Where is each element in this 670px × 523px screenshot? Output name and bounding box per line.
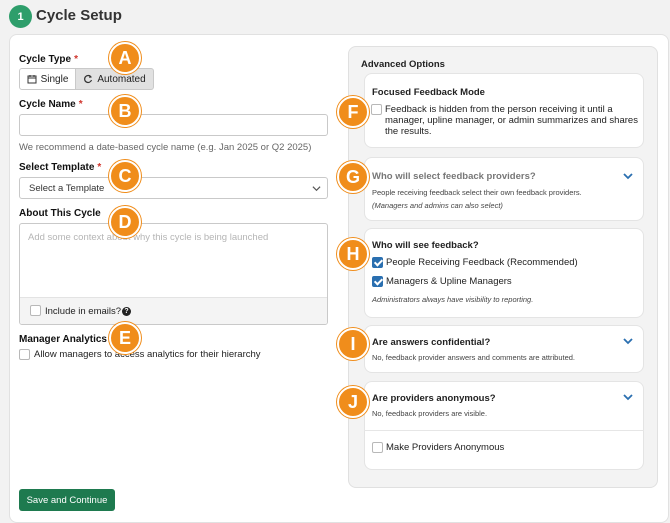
automated-button[interactable]: Automated bbox=[76, 68, 154, 90]
confidential-title: Are answers confidential? bbox=[372, 337, 491, 348]
focused-feedback-text-1: Feedback is hidden from the person recei… bbox=[385, 104, 613, 115]
marker-f: F bbox=[337, 96, 369, 128]
template-select-value: Select a Template bbox=[29, 182, 105, 194]
marker-h: H bbox=[337, 238, 369, 270]
marker-g: G bbox=[337, 161, 369, 193]
focused-feedback-text-2: manager, upline manager, or admin summar… bbox=[385, 115, 638, 126]
about-label: About This Cycle bbox=[19, 208, 101, 219]
marker-b: B bbox=[109, 95, 141, 127]
single-button[interactable]: Single bbox=[19, 68, 76, 90]
anonymous-option-label: Make Providers Anonymous bbox=[386, 442, 505, 453]
single-label: Single bbox=[40, 73, 69, 85]
marker-i: I bbox=[337, 328, 369, 360]
template-select[interactable]: Select a Template bbox=[19, 177, 328, 199]
page-title: Cycle Setup bbox=[36, 7, 122, 24]
page-header: 1 Cycle Setup bbox=[0, 0, 670, 32]
calendar-icon bbox=[27, 75, 37, 84]
anonymous-checkbox[interactable] bbox=[372, 442, 383, 453]
providers-title: Who will select feedback providers? bbox=[372, 171, 536, 182]
anonymous-divider bbox=[364, 430, 644, 431]
focused-feedback-checkbox[interactable] bbox=[371, 104, 382, 115]
about-placeholder: Add some context about why this cycle is… bbox=[28, 232, 269, 243]
focused-feedback-title: Focused Feedback Mode bbox=[372, 87, 485, 98]
template-label: Select Template * bbox=[19, 162, 102, 173]
providers-note: (Managers and admins can also select) bbox=[372, 201, 503, 210]
confidential-sub: No, feedback provider answers and commen… bbox=[372, 353, 576, 362]
manager-analytics-checkbox[interactable] bbox=[19, 349, 30, 360]
visibility-option-1-checkbox[interactable] bbox=[372, 257, 383, 268]
providers-sub: People receiving feedback select their o… bbox=[372, 188, 582, 197]
marker-d: D bbox=[109, 206, 141, 238]
visibility-note: Administrators always have visibility to… bbox=[372, 295, 534, 304]
refresh-icon bbox=[84, 74, 93, 84]
marker-j: J bbox=[337, 386, 369, 418]
cycle-type-label: Cycle Type * bbox=[19, 54, 78, 65]
advanced-options-title: Advanced Options bbox=[361, 59, 445, 70]
visibility-option-2-checkbox[interactable] bbox=[372, 276, 383, 287]
include-emails-label: Include in emails? bbox=[45, 306, 122, 317]
save-continue-button[interactable]: Save and Continue bbox=[19, 489, 115, 511]
anonymous-title: Are providers anonymous? bbox=[372, 393, 496, 404]
marker-c: C bbox=[109, 160, 141, 192]
cycle-name-label: Cycle Name * bbox=[19, 99, 83, 110]
visibility-option-1-label: People Receiving Feedback (Recommended) bbox=[386, 257, 578, 268]
cycle-name-input[interactable] bbox=[19, 114, 328, 136]
chevron-down-icon[interactable] bbox=[623, 173, 633, 180]
chevron-down-icon bbox=[312, 186, 321, 192]
step-number-badge: 1 bbox=[9, 5, 32, 28]
include-emails-checkbox[interactable] bbox=[30, 305, 41, 316]
visibility-option-2-label: Managers & Upline Managers bbox=[386, 276, 512, 287]
marker-e: E bbox=[109, 322, 141, 354]
manager-analytics-label: Manager Analytics bbox=[19, 334, 107, 345]
automated-label: Automated bbox=[97, 73, 146, 85]
focused-feedback-text-3: the results. bbox=[385, 126, 432, 137]
chevron-down-icon[interactable] bbox=[623, 338, 633, 345]
anonymous-sub: No, feedback providers are visible. bbox=[372, 409, 488, 418]
confidential-panel[interactable] bbox=[364, 325, 644, 373]
marker-a: A bbox=[109, 42, 141, 74]
manager-analytics-option: Allow managers to access analytics for t… bbox=[34, 349, 261, 360]
cycle-name-help: We recommend a date-based cycle name (e.… bbox=[19, 142, 312, 153]
help-icon[interactable]: ? bbox=[122, 307, 131, 316]
chevron-down-icon[interactable] bbox=[623, 394, 633, 401]
visibility-title: Who will see feedback? bbox=[372, 240, 479, 251]
